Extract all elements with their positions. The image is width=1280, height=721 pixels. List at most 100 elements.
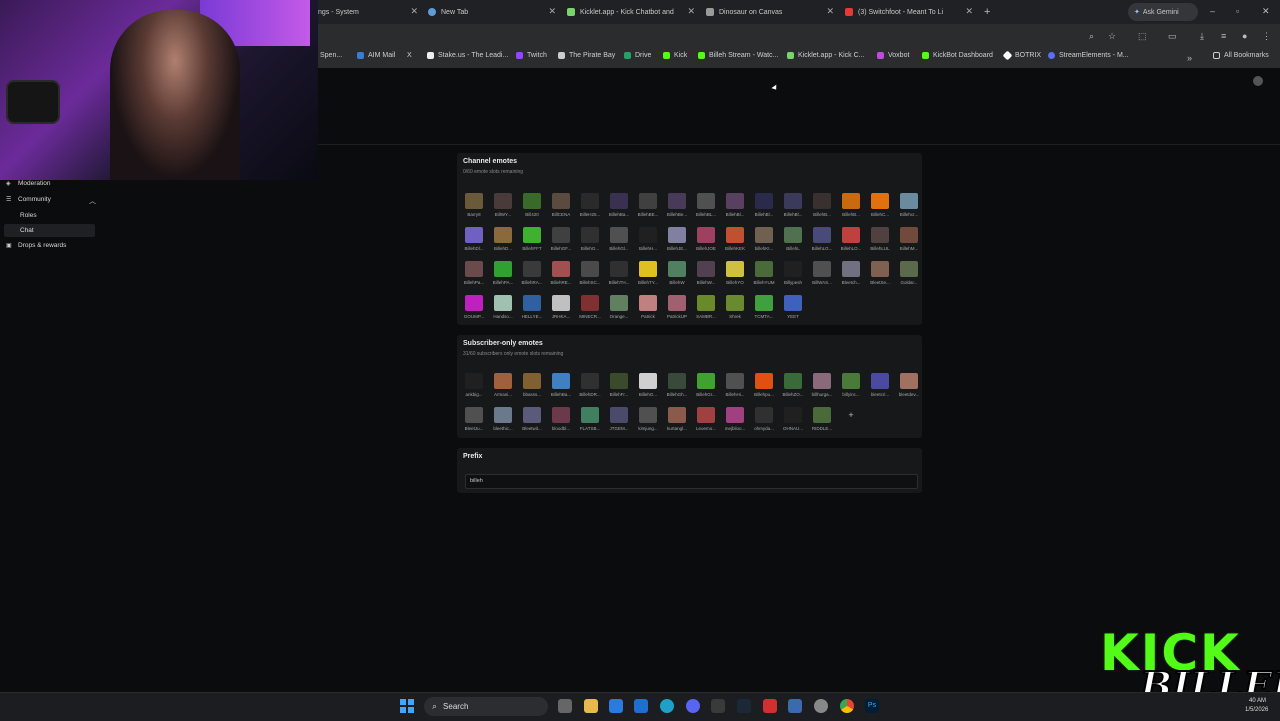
emote-tile[interactable]: BleetJu...: [461, 405, 487, 437]
sidebar-item-roles[interactable]: Roles: [20, 212, 37, 219]
emote-tile[interactable]: BillehBa...: [606, 191, 632, 223]
task-view-icon[interactable]: [558, 699, 572, 713]
chevron-right-icon[interactable]: »: [1187, 53, 1192, 63]
bookmark-item[interactable]: Kicklet.app - Kick C...: [787, 52, 865, 59]
tab-search-icon[interactable]: ▭: [1168, 31, 1177, 42]
taskbar-search[interactable]: ⌕ Search: [424, 697, 548, 716]
discord-icon[interactable]: [686, 699, 700, 713]
settings-gear-icon[interactable]: [814, 699, 828, 713]
emote-tile[interactable]: Leoemo...: [693, 405, 719, 437]
emote-tile[interactable]: BillehH...: [635, 225, 661, 257]
close-icon[interactable]: ✕: [548, 7, 556, 16]
emote-tile[interactable]: BillehGh...: [664, 371, 690, 403]
emote-tile[interactable]: bbasss...: [519, 371, 545, 403]
edge-icon[interactable]: [660, 699, 674, 713]
emote-tile[interactable]: BillehYO: [722, 259, 748, 291]
window-close-icon[interactable]: ✕: [1262, 6, 1270, 17]
sidebar-item-drops-rewards[interactable]: ▣ Drops & rewards: [6, 242, 66, 249]
app-red-icon[interactable]: [763, 699, 777, 713]
emote-tile[interactable]: BillehJOE: [693, 225, 719, 257]
emote-tile[interactable]: BillWAS...: [809, 259, 835, 291]
emote-tile[interactable]: BillehJE...: [664, 225, 690, 257]
outlook-icon[interactable]: [634, 699, 648, 713]
emote-tile[interactable]: BillehDR...: [577, 371, 603, 403]
bookmark-item[interactable]: Kick: [663, 52, 687, 59]
emote-tile[interactable]: Bleetch...: [838, 259, 864, 291]
emote-tile[interactable]: BillehTY...: [635, 259, 661, 291]
emote-tile[interactable]: BillehFFT: [519, 225, 545, 257]
search-icon[interactable]: ⌕: [1089, 31, 1094, 42]
bookmark-item[interactable]: StreamElements - M...: [1048, 52, 1129, 59]
emote-tile[interactable]: Billehpu...: [751, 371, 777, 403]
emote-tile[interactable]: kimjung...: [635, 405, 661, 437]
emote-tile[interactable]: bleetcri...: [867, 371, 893, 403]
tab-kicklet[interactable]: Kicklet.app - Kick Chatbot and ✕: [567, 3, 695, 21]
emote-tile[interactable]: BillehBa...: [548, 371, 574, 403]
download-icon[interactable]: ⤓: [1200, 31, 1204, 42]
emote-tile[interactable]: BillehPa...: [461, 259, 487, 291]
close-icon[interactable]: ✕: [410, 7, 418, 16]
emote-tile[interactable]: BillehD...: [490, 225, 516, 257]
emote-tile[interactable]: BillehSC...: [577, 259, 603, 291]
emote-tile[interactable]: JTGEM...: [606, 405, 632, 437]
extensions-icon[interactable]: ⬚: [1138, 31, 1147, 42]
bookmark-item[interactable]: Twitch: [516, 52, 547, 59]
emote-tile[interactable]: BillehGl...: [606, 225, 632, 257]
bookmark-item[interactable]: Voxbot: [877, 52, 909, 59]
emote-tile[interactable]: BillehRA...: [519, 259, 545, 291]
emote-tile[interactable]: BillehW...: [693, 259, 719, 291]
close-icon[interactable]: ✕: [965, 7, 973, 16]
bookmark-item[interactable]: Spen...: [320, 52, 342, 59]
emote-tile[interactable]: Barry8: [461, 191, 487, 223]
emote-tile[interactable]: RIDDLE...: [809, 405, 835, 437]
sidebar-item-chat[interactable]: Chat: [20, 227, 34, 234]
emote-tile[interactable]: BillehW: [664, 259, 690, 291]
emote-tile[interactable]: Orange...: [606, 293, 632, 325]
bookmark-item[interactable]: Stake.us - The Leadi...: [427, 52, 508, 59]
file-explorer-icon[interactable]: [584, 699, 598, 713]
emote-tile[interactable]: bleethic...: [490, 405, 516, 437]
emote-tile[interactable]: BillehYUM: [751, 259, 777, 291]
emote-tile[interactable]: JRHKA...: [548, 293, 574, 325]
emote-tile[interactable]: Billypesh: [780, 259, 806, 291]
sidebar-item-community[interactable]: ☰ Community ︿: [6, 196, 96, 205]
emote-tile[interactable]: BillehDl...: [461, 225, 487, 257]
sidebar-item-moderation[interactable]: ◈ Moderation: [6, 180, 51, 187]
emote-tile[interactable]: BillehC...: [867, 191, 893, 223]
emote-tile[interactable]: Armani...: [490, 371, 516, 403]
maximize-icon[interactable]: ▫: [1236, 6, 1239, 16]
all-bookmarks-button[interactable]: All Bookmarks: [1213, 52, 1269, 59]
emote-tile[interactable]: BillehB...: [838, 191, 864, 223]
emote-tile[interactable]: Shrek: [722, 293, 748, 325]
emote-tile[interactable]: TCMTA...: [751, 293, 777, 325]
new-tab-plus-icon[interactable]: +: [984, 6, 990, 18]
emote-tile[interactable]: BillehHi...: [722, 371, 748, 403]
media-icon[interactable]: ≡: [1221, 31, 1226, 41]
emote-tile[interactable]: BillehBl...: [751, 191, 777, 223]
emote-tile[interactable]: BillehBE...: [635, 191, 661, 223]
tab-dinosaur-canvas[interactable]: Dinosaur on Canvas ✕: [706, 3, 834, 21]
emote-tile[interactable]: BillehGF...: [548, 225, 574, 257]
emote-tile[interactable]: BillehBl...: [780, 191, 806, 223]
emote-tile[interactable]: BillehGr...: [693, 371, 719, 403]
emote-tile[interactable]: BillehBL...: [693, 191, 719, 223]
menu-icon[interactable]: ⋮: [1262, 31, 1271, 42]
bookmark-item[interactable]: AIM Mail: [357, 52, 395, 59]
emote-tile[interactable]: HELLYE...: [519, 293, 545, 325]
bookmark-item[interactable]: BOTRIX: [1002, 50, 1041, 61]
emote-tile[interactable]: ohmyda...: [751, 405, 777, 437]
emote-tile[interactable]: BillehLO...: [838, 225, 864, 257]
emote-tile[interactable]: BillehM...: [896, 225, 922, 257]
emote-tile[interactable]: BillehFr...: [606, 371, 632, 403]
bookmark-item[interactable]: Drive: [624, 52, 651, 59]
emote-tile[interactable]: BillCENA: [548, 191, 574, 223]
bookmark-item[interactable]: X: [407, 52, 412, 59]
emote-tile[interactable]: BilleH25...: [577, 191, 603, 223]
emote-tile[interactable]: SAMBR...: [693, 293, 719, 325]
emote-tile[interactable]: BillehLUL: [867, 225, 893, 257]
emote-tile[interactable]: BillehLG...: [809, 225, 835, 257]
emote-tile[interactable]: BillehBe...: [664, 191, 690, 223]
emote-tile[interactable]: FLATSB...: [577, 405, 603, 437]
emote-tile[interactable]: billhurga...: [809, 371, 835, 403]
emote-tile[interactable]: OHNAU...: [780, 405, 806, 437]
